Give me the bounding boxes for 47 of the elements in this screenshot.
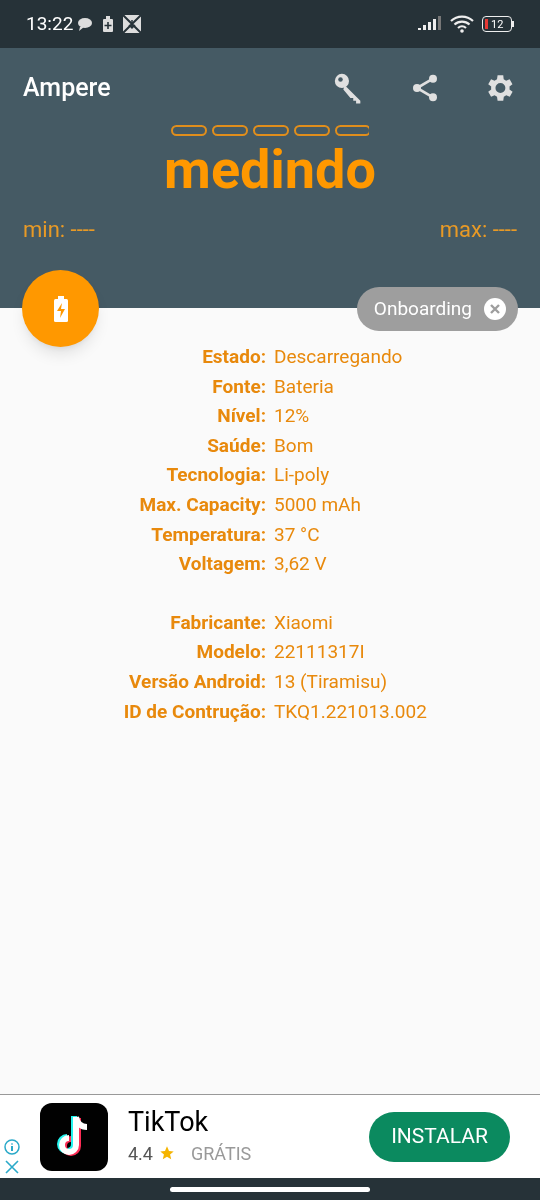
ad-price: GRÁTIS xyxy=(191,1141,252,1166)
ad-app-title: TikTok xyxy=(128,1106,210,1140)
home-indicator[interactable] xyxy=(170,1186,370,1192)
info-label: Estado: xyxy=(201,344,266,370)
status-time: 13:22 xyxy=(26,10,74,37)
info-value: 13 (Tiramisu) xyxy=(274,668,389,695)
min-reading: min: ---- xyxy=(23,216,95,244)
ad-rating: 4.4 xyxy=(128,1141,153,1166)
chat-icon xyxy=(77,17,94,31)
info-value: Xiaomi xyxy=(274,609,334,636)
info-label: Nível: xyxy=(216,403,266,430)
info-label: Tecnologia: xyxy=(165,462,266,489)
battery-charging-icon xyxy=(53,295,68,322)
info-label: ID de Contrução: xyxy=(122,698,266,725)
info-value: Descarregando xyxy=(274,344,404,370)
info-label: Versão Android: xyxy=(128,668,266,695)
meter-reading: medindo xyxy=(164,143,376,197)
ad-banner[interactable]: TikTok 4.4 GRÁTIS INSTALAR xyxy=(0,1094,540,1178)
signal-icon xyxy=(418,16,442,32)
info-value: Li-poly xyxy=(274,462,331,489)
info-label: Voltagem: xyxy=(177,551,266,578)
battery-icon: 12 xyxy=(482,16,514,32)
info-value: Bateria xyxy=(274,373,335,400)
wifi-icon xyxy=(450,15,474,33)
max-reading: max: ---- xyxy=(439,216,517,244)
install-button[interactable]: INSTALAR xyxy=(369,1111,510,1162)
info-value: TKQ1.221013.002 xyxy=(274,698,428,725)
info-label: Max. Capacity: xyxy=(138,491,266,518)
info-label: Fonte: xyxy=(211,373,266,400)
info-value: 3,62 V xyxy=(274,551,328,578)
info-label: Modelo: xyxy=(195,639,266,666)
info-value: Bom xyxy=(274,432,315,459)
app-title: Ampere xyxy=(23,72,111,105)
star-icon xyxy=(159,1145,175,1162)
app-logo-icon xyxy=(40,1102,108,1171)
info-label: Fabricante: xyxy=(169,609,266,636)
info-icon[interactable] xyxy=(4,1139,20,1155)
close-icon[interactable] xyxy=(484,298,506,320)
info-value: 37 °C xyxy=(274,521,321,548)
onboarding-chip[interactable]: Onboarding xyxy=(356,287,518,331)
close-icon[interactable] xyxy=(4,1159,20,1175)
info-value: 5000 mAh xyxy=(274,491,362,518)
battery-plus-icon xyxy=(102,16,115,32)
info-label: Temperatura: xyxy=(150,521,266,548)
info-value: 22111317I xyxy=(274,639,366,666)
info-value: 12% xyxy=(274,403,311,430)
info-label: Saúde: xyxy=(206,432,266,459)
